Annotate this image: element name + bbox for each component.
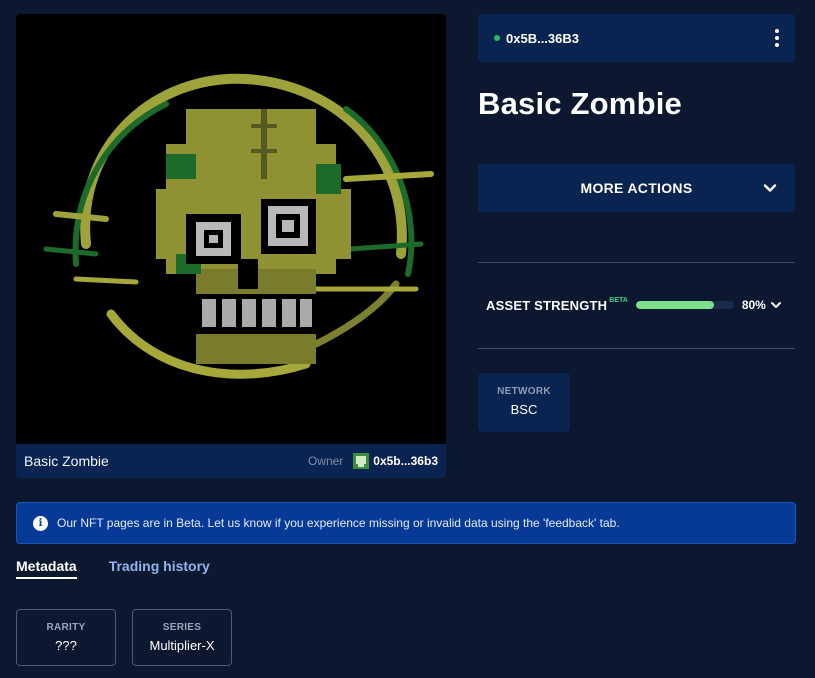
more-actions-button[interactable]: MORE ACTIONS bbox=[478, 164, 795, 212]
network-info-box: NETWORK BSC bbox=[478, 373, 570, 432]
nft-caption-bar: Basic Zombie Owner 0x5b...36b3 bbox=[16, 444, 446, 478]
nft-caption-name: Basic Zombie bbox=[24, 453, 109, 469]
rarity-value: ??? bbox=[55, 638, 77, 653]
nft-detail-page: Basic Zombie Owner 0x5b...36b3 0x5B...36… bbox=[0, 0, 815, 678]
nft-image[interactable] bbox=[16, 14, 446, 444]
beta-notice-banner: i Our NFT pages are in Beta. Let us know… bbox=[16, 502, 796, 544]
series-label: SERIES bbox=[162, 622, 202, 633]
asset-strength-label: ASSET STRENGTH bbox=[486, 297, 608, 313]
info-icon: i bbox=[33, 515, 48, 531]
asset-strength-row[interactable]: ASSET STRENGTH BETA 80% bbox=[486, 292, 791, 318]
connected-status-dot-icon bbox=[494, 35, 500, 41]
pixel-avatar-icon bbox=[353, 453, 370, 469]
asset-strength-value: 80% bbox=[741, 298, 766, 312]
more-options-icon[interactable] bbox=[773, 27, 781, 49]
series-value: Multiplier-X bbox=[149, 638, 215, 653]
tab-metadata[interactable]: Metadata bbox=[16, 558, 77, 579]
network-label: NETWORK bbox=[497, 386, 551, 397]
zombie-skull-artwork bbox=[16, 14, 446, 444]
asset-strength-bar bbox=[635, 301, 734, 309]
chevron-down-icon[interactable] bbox=[770, 299, 782, 311]
owner-label: Owner bbox=[307, 454, 344, 468]
metadata-series-box: SERIES Multiplier-X bbox=[132, 609, 232, 666]
asset-strength-bar-fill bbox=[635, 301, 715, 309]
owner-avatar-icon[interactable] bbox=[353, 453, 370, 469]
chevron-down-icon bbox=[763, 184, 777, 192]
wallet-address[interactable]: 0x5B...36B3 bbox=[506, 31, 773, 46]
owner-address-link[interactable]: 0x5b...36b3 bbox=[373, 454, 438, 468]
beta-notice-text: Our NFT pages are in Beta. Let us know i… bbox=[57, 516, 620, 530]
divider bbox=[478, 348, 795, 349]
more-actions-label: MORE ACTIONS bbox=[580, 180, 693, 196]
network-value: BSC bbox=[510, 402, 538, 417]
beta-tag: BETA bbox=[609, 296, 628, 304]
nft-card[interactable]: Basic Zombie Owner 0x5b...36b3 bbox=[16, 14, 446, 478]
divider bbox=[478, 262, 795, 263]
page-title: Basic Zombie bbox=[478, 86, 682, 121]
rarity-label: RARITY bbox=[46, 622, 86, 633]
metadata-rarity-box: RARITY ??? bbox=[16, 609, 116, 666]
tab-trading-history[interactable]: Trading history bbox=[109, 558, 210, 579]
detail-tabs: Metadata Trading history bbox=[16, 558, 210, 579]
wallet-bar[interactable]: 0x5B...36B3 bbox=[478, 14, 795, 62]
